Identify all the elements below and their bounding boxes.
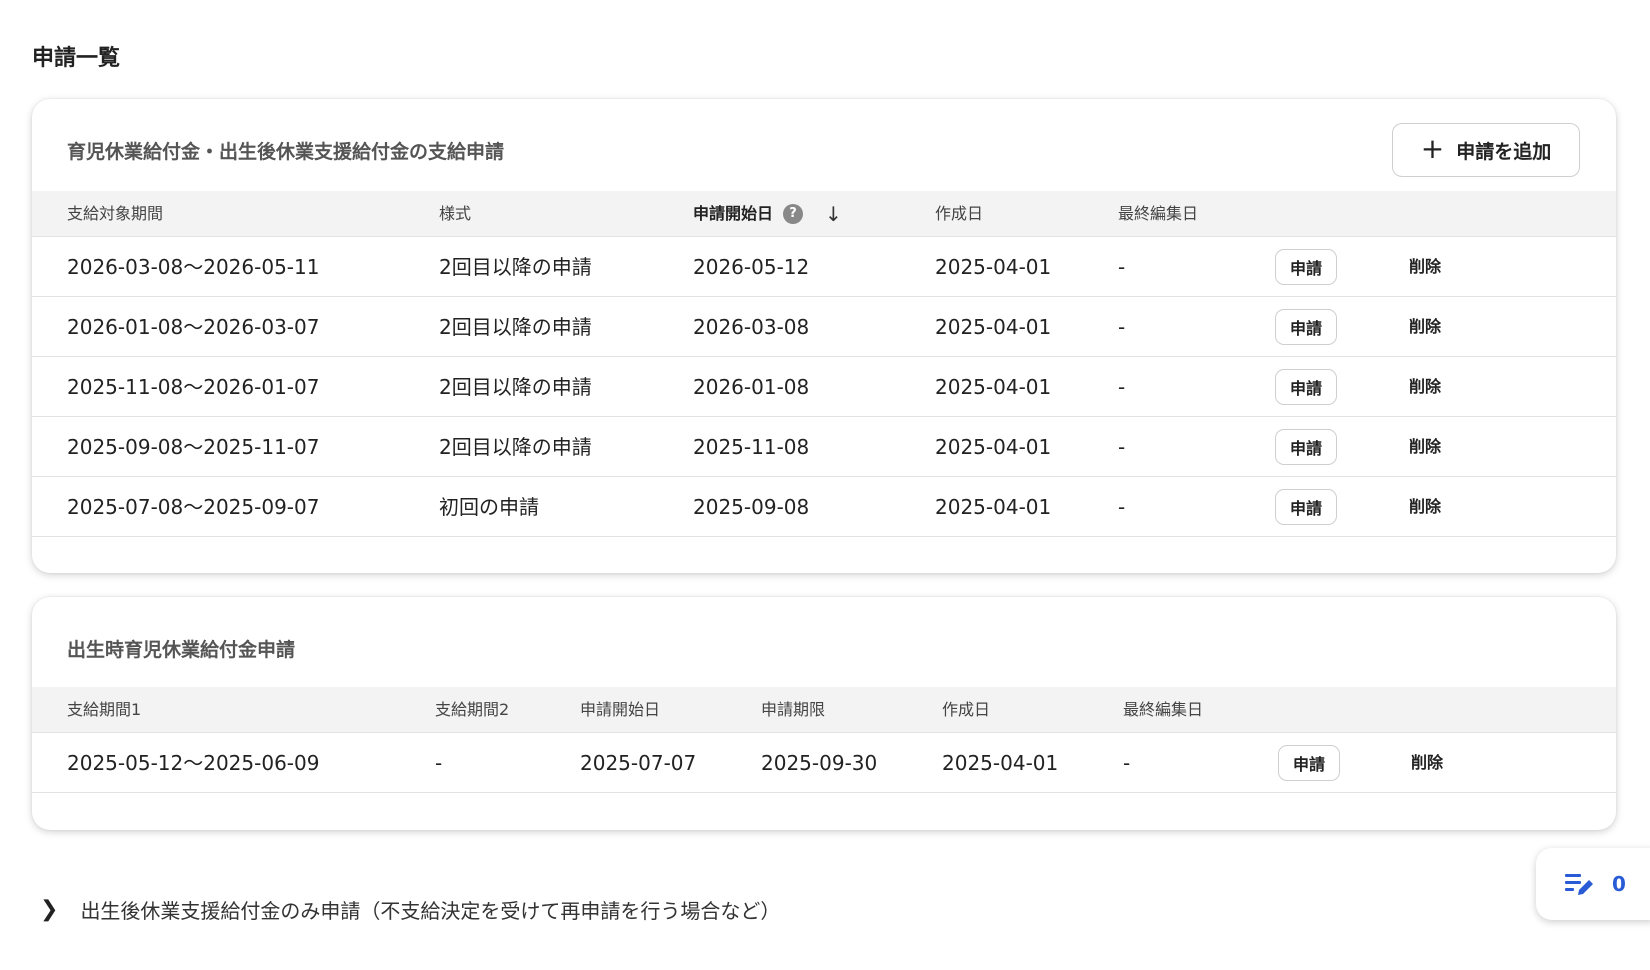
cell-period: 2025-11-08〜2026-01-07 bbox=[67, 375, 320, 399]
column-header-start-date[interactable]: 申請開始日 ? ↓ bbox=[693, 191, 842, 237]
page-title: 申請一覧 bbox=[32, 46, 121, 71]
section-title: 出生時育児休業給付金申請 bbox=[67, 639, 296, 661]
apply-button[interactable]: 申請 bbox=[1275, 429, 1337, 465]
delete-button[interactable]: 削除 bbox=[1409, 297, 1441, 357]
add-application-label: 申請を追加 bbox=[1456, 140, 1552, 163]
post-birth-support-only-toggle[interactable]: ❯ 出生後休業支援給付金のみ申請（不支給決定を受けて再申請を行う場合など） bbox=[40, 895, 780, 924]
cell-start-date: 2026-03-08 bbox=[693, 315, 810, 339]
cell-period: 2025-07-08〜2025-09-07 bbox=[67, 495, 320, 519]
cell-period: 2026-01-08〜2026-03-07 bbox=[67, 315, 320, 339]
apply-button[interactable]: 申請 bbox=[1278, 745, 1340, 781]
cell-start-date: 2026-01-08 bbox=[693, 375, 810, 399]
delete-button[interactable]: 削除 bbox=[1411, 733, 1443, 793]
cell-start-date: 2026-05-12 bbox=[693, 255, 810, 279]
chevron-right-icon: ❯ bbox=[40, 897, 59, 922]
table-header: 支給期間1 支給期間2 申請開始日 申請期限 作成日 最終編集日 bbox=[32, 687, 1616, 733]
delete-button[interactable]: 削除 bbox=[1409, 357, 1441, 417]
sort-descending-icon[interactable]: ↓ bbox=[825, 191, 842, 237]
cell-form: 2回目以降の申請 bbox=[439, 255, 592, 279]
cell-period: 2026-03-08〜2026-05-11 bbox=[67, 255, 320, 279]
table-row: 2025-05-12〜2025-06-09 - 2025-07-07 2025-… bbox=[32, 733, 1616, 793]
cell-form: 初回の申請 bbox=[439, 495, 539, 519]
delete-button[interactable]: 削除 bbox=[1409, 237, 1441, 297]
cell-form: 2回目以降の申請 bbox=[439, 375, 592, 399]
cell-created: 2025-04-01 bbox=[935, 495, 1052, 519]
plus-icon: + bbox=[1420, 131, 1445, 165]
cell-start-date: 2025-07-07 bbox=[580, 751, 697, 775]
cell-form: 2回目以降の申請 bbox=[439, 315, 592, 339]
table-row: 2025-07-08〜2025-09-07 初回の申請 2025-09-08 2… bbox=[32, 477, 1616, 537]
column-header-deadline: 申請期限 bbox=[761, 700, 826, 719]
table-row: 2025-11-08〜2026-01-07 2回目以降の申請 2026-01-0… bbox=[32, 357, 1616, 417]
column-header-created: 作成日 bbox=[942, 700, 991, 719]
cell-created: 2025-04-01 bbox=[935, 435, 1052, 459]
column-header-form: 様式 bbox=[439, 204, 472, 223]
column-header-period1: 支給期間1 bbox=[67, 700, 142, 719]
collapsed-section-label: 出生後休業支援給付金のみ申請（不支給決定を受けて再申請を行う場合など） bbox=[80, 899, 781, 923]
column-header-period2: 支給期間2 bbox=[435, 700, 510, 719]
delete-button[interactable]: 削除 bbox=[1409, 417, 1441, 477]
cell-last-edited: - bbox=[1118, 435, 1126, 459]
column-header-last-edited: 最終編集日 bbox=[1123, 700, 1204, 719]
cell-last-edited: - bbox=[1118, 315, 1126, 339]
draft-list-button[interactable]: 0 bbox=[1536, 848, 1650, 920]
cell-period1: 2025-05-12〜2025-06-09 bbox=[67, 751, 320, 775]
cell-created: 2025-04-01 bbox=[942, 751, 1059, 775]
edit-list-icon bbox=[1564, 871, 1594, 897]
cell-last-edited: - bbox=[1118, 255, 1126, 279]
cell-deadline: 2025-09-30 bbox=[761, 751, 878, 775]
cell-created: 2025-04-01 bbox=[935, 255, 1052, 279]
childcare-leave-benefit-card: 育児休業給付金・出生後休業支援給付金の支給申請 + 申請を追加 支給対象期間 様… bbox=[32, 99, 1616, 573]
table-row: 2026-03-08〜2026-05-11 2回目以降の申請 2026-05-1… bbox=[32, 237, 1616, 297]
add-application-button[interactable]: + 申請を追加 bbox=[1392, 123, 1580, 177]
section-title: 育児休業給付金・出生後休業支援給付金の支給申請 bbox=[67, 141, 505, 163]
column-header-start-date-label: 申請開始日 bbox=[693, 204, 774, 223]
cell-last-edited: - bbox=[1118, 495, 1126, 519]
column-header-last-edited: 最終編集日 bbox=[1118, 204, 1199, 223]
table-row: 2025-09-08〜2025-11-07 2回目以降の申請 2025-11-0… bbox=[32, 417, 1616, 477]
cell-created: 2025-04-01 bbox=[935, 315, 1052, 339]
apply-button[interactable]: 申請 bbox=[1275, 309, 1337, 345]
draft-count: 0 bbox=[1612, 872, 1626, 896]
cell-start-date: 2025-11-08 bbox=[693, 435, 810, 459]
cell-created: 2025-04-01 bbox=[935, 375, 1052, 399]
help-icon[interactable]: ? bbox=[783, 204, 804, 224]
cell-form: 2回目以降の申請 bbox=[439, 435, 592, 459]
table-row: 2026-01-08〜2026-03-07 2回目以降の申請 2026-03-0… bbox=[32, 297, 1616, 357]
column-header-created: 作成日 bbox=[935, 204, 984, 223]
cell-last-edited: - bbox=[1123, 751, 1131, 775]
cell-period: 2025-09-08〜2025-11-07 bbox=[67, 435, 320, 459]
birth-childcare-leave-benefit-card: 出生時育児休業給付金申請 支給期間1 支給期間2 申請開始日 申請期限 作成日 … bbox=[32, 597, 1616, 830]
table-header: 支給対象期間 様式 申請開始日 ? ↓ 作成日 最終編集日 bbox=[32, 191, 1616, 237]
apply-button[interactable]: 申請 bbox=[1275, 369, 1337, 405]
delete-button[interactable]: 削除 bbox=[1409, 477, 1441, 537]
column-header-period: 支給対象期間 bbox=[67, 204, 164, 223]
cell-start-date: 2025-09-08 bbox=[693, 495, 810, 519]
apply-button[interactable]: 申請 bbox=[1275, 249, 1337, 285]
column-header-start-date: 申請開始日 bbox=[580, 700, 661, 719]
cell-period2: - bbox=[435, 751, 443, 775]
cell-last-edited: - bbox=[1118, 375, 1126, 399]
apply-button[interactable]: 申請 bbox=[1275, 489, 1337, 525]
